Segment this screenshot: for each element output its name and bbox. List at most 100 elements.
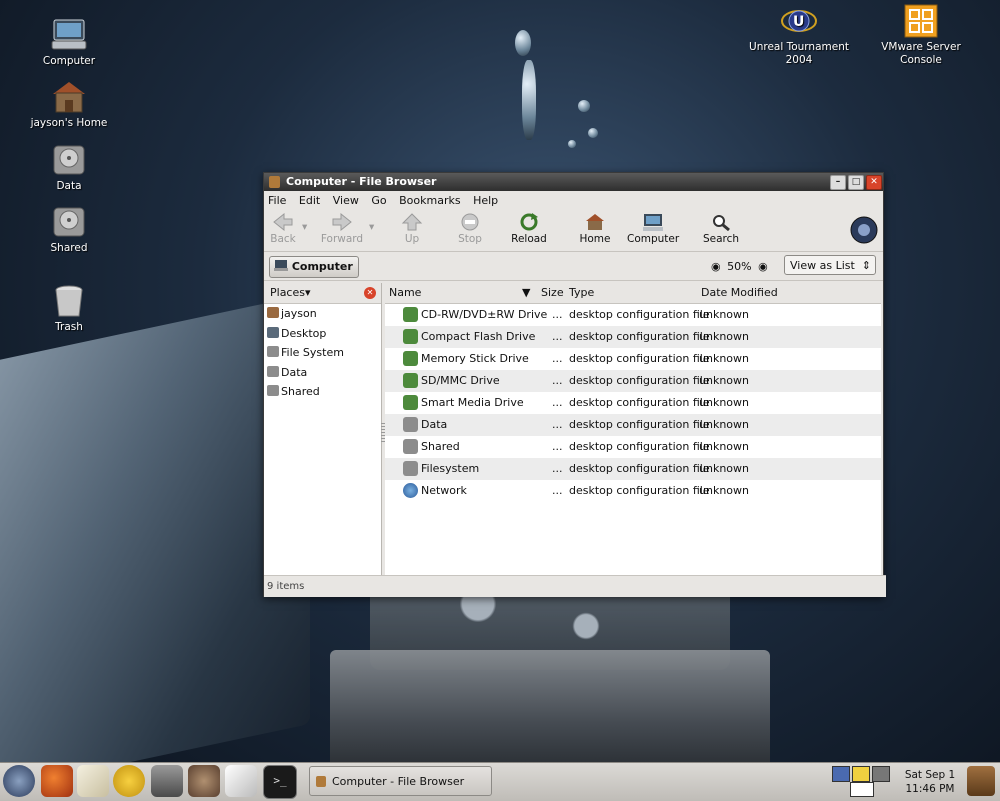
tray-network-icon[interactable]: [872, 766, 890, 782]
mail-icon[interactable]: [77, 765, 109, 797]
workspace-switcher[interactable]: [850, 782, 874, 797]
close-button[interactable]: ✕: [866, 175, 882, 190]
drive-icon: [403, 351, 418, 366]
zoom-out-icon[interactable]: ◉: [711, 260, 721, 273]
up-button[interactable]: Up: [398, 213, 426, 245]
file-type: desktop configuration file: [569, 418, 710, 431]
stop-icon: [459, 213, 481, 231]
menu-view[interactable]: View: [333, 194, 359, 207]
file-type: desktop configuration file: [569, 352, 710, 365]
view-mode-select[interactable]: View as List ⇕: [784, 255, 876, 275]
desktop-icon-trash[interactable]: Trash: [19, 284, 119, 334]
up-arrow-icon: [401, 213, 423, 231]
sidebar-item-desktop[interactable]: Desktop: [264, 324, 381, 344]
tray-screensaver-icon[interactable]: [832, 766, 850, 782]
desktop-icon-unreal-tournament[interactable]: U Unreal Tournament 2004: [749, 4, 849, 67]
home-button[interactable]: Home: [578, 213, 612, 245]
zoom-control: ◉ 50% ◉: [711, 260, 768, 273]
stop-button[interactable]: Stop: [456, 213, 484, 245]
wallpaper-water-drop: [578, 100, 590, 112]
window-titlebar[interactable]: Computer - File Browser – □ ✕: [264, 173, 883, 191]
file-type: desktop configuration file: [569, 308, 710, 321]
places-header[interactable]: Places▾ ✕: [264, 283, 381, 304]
file-type: desktop configuration file: [569, 374, 710, 387]
tray-workspace-icon[interactable]: [852, 766, 870, 782]
desktop-icon: [267, 326, 279, 338]
computer-button[interactable]: Computer: [627, 213, 679, 245]
firefox-icon[interactable]: [41, 765, 73, 797]
forward-history-dropdown[interactable]: ▾: [369, 221, 374, 233]
close-sidebar-icon[interactable]: ✕: [364, 287, 376, 299]
file-name: Data: [421, 418, 448, 431]
table-row[interactable]: Filesystem... desktop configuration file u…: [385, 458, 881, 480]
trash-applet-icon[interactable]: [967, 766, 995, 796]
location-button-computer[interactable]: Computer: [269, 256, 359, 278]
computer-icon: [274, 260, 288, 271]
table-row[interactable]: Compact Flash Drive... desktop configurat…: [385, 326, 881, 348]
column-name[interactable]: Name: [389, 283, 539, 303]
table-row[interactable]: CD-RW/DVD±RW Drive... desktop configurati…: [385, 304, 881, 326]
minimize-button[interactable]: –: [830, 175, 846, 190]
drive-icon: [403, 395, 418, 410]
view-mode-value: View as List: [790, 259, 855, 272]
menu-edit[interactable]: Edit: [299, 194, 320, 207]
drive-icon: [403, 307, 418, 322]
messenger-icon[interactable]: [113, 765, 145, 797]
terminal-icon[interactable]: >_: [263, 765, 297, 799]
desktop-icon-home[interactable]: jayson's Home: [19, 80, 119, 130]
sidebar-item-file-system[interactable]: File System: [264, 343, 381, 363]
main-menu-foot-icon[interactable]: [3, 765, 35, 797]
file-size: ...: [552, 418, 563, 431]
back-label: Back: [270, 233, 296, 245]
file-size: ...: [552, 462, 563, 475]
places-sidebar: Places▾ ✕ jayson Desktop File System Dat…: [264, 283, 382, 575]
forward-label: Forward: [320, 233, 364, 245]
column-type[interactable]: Type: [569, 283, 594, 303]
desktop-icon-vmware[interactable]: VMware Server Console: [871, 4, 971, 67]
file-rows: CD-RW/DVD±RW Drive... desktop configurati…: [385, 304, 881, 502]
clock[interactable]: Sat Sep 1 11:46 PM: [900, 768, 960, 796]
search-label: Search: [702, 233, 740, 245]
search-button[interactable]: Search: [702, 213, 740, 245]
sidebar-item-shared[interactable]: Shared: [264, 382, 381, 402]
chevron-down-icon: ▾: [304, 286, 311, 299]
file-date: unknown: [699, 374, 749, 387]
menu-go[interactable]: Go: [371, 194, 386, 207]
sidebar-item-data[interactable]: Data: [264, 363, 381, 383]
reload-button[interactable]: Reload: [509, 213, 549, 245]
file-list: Name ▼ Size Type Date Modified CD-RW/DVD…: [385, 283, 881, 575]
zoom-in-icon[interactable]: ◉: [758, 260, 768, 273]
back-arrow-icon: [272, 212, 294, 232]
desktop-icon-computer[interactable]: Computer: [19, 18, 119, 68]
table-row[interactable]: Data... desktop configuration file unknown: [385, 414, 881, 436]
sidebar-item-jayson[interactable]: jayson: [264, 304, 381, 324]
task-app-icon: [316, 776, 326, 787]
column-date-modified[interactable]: Date Modified: [701, 283, 778, 303]
desktop-icon-data[interactable]: Data: [19, 143, 119, 193]
table-row[interactable]: Network... desktop configuration file unkn…: [385, 480, 881, 502]
maximize-button[interactable]: □: [848, 175, 864, 190]
menu-file[interactable]: File: [268, 194, 286, 207]
sidebar-item-label: Desktop: [281, 326, 327, 340]
file-size: ...: [552, 374, 563, 387]
back-button[interactable]: Back: [268, 212, 298, 245]
reload-label: Reload: [511, 233, 547, 245]
stop-label: Stop: [458, 233, 482, 245]
menu-help[interactable]: Help: [473, 194, 498, 207]
places-label: Places: [270, 286, 305, 299]
table-row[interactable]: Memory Stick Drive... desktop configurati…: [385, 348, 881, 370]
music-player-icon[interactable]: [151, 765, 183, 797]
text-editor-icon[interactable]: [225, 765, 257, 797]
zoom-level[interactable]: 50%: [727, 260, 751, 273]
desktop-icon-shared[interactable]: Shared: [19, 205, 119, 255]
taskbar-button-file-browser[interactable]: Computer - File Browser: [309, 766, 492, 796]
column-size[interactable]: Size: [541, 283, 564, 303]
back-history-dropdown[interactable]: ▾: [302, 221, 307, 233]
forward-button[interactable]: Forward: [320, 212, 364, 245]
table-row[interactable]: SD/MMC Drive... desktop configuration fil…: [385, 370, 881, 392]
wallpaper-water-drop: [568, 140, 576, 148]
menu-bookmarks[interactable]: Bookmarks: [399, 194, 460, 207]
table-row[interactable]: Shared... desktop configuration file unkno…: [385, 436, 881, 458]
gimp-icon[interactable]: [188, 765, 220, 797]
table-row[interactable]: Smart Media Drive... desktop configuratio…: [385, 392, 881, 414]
